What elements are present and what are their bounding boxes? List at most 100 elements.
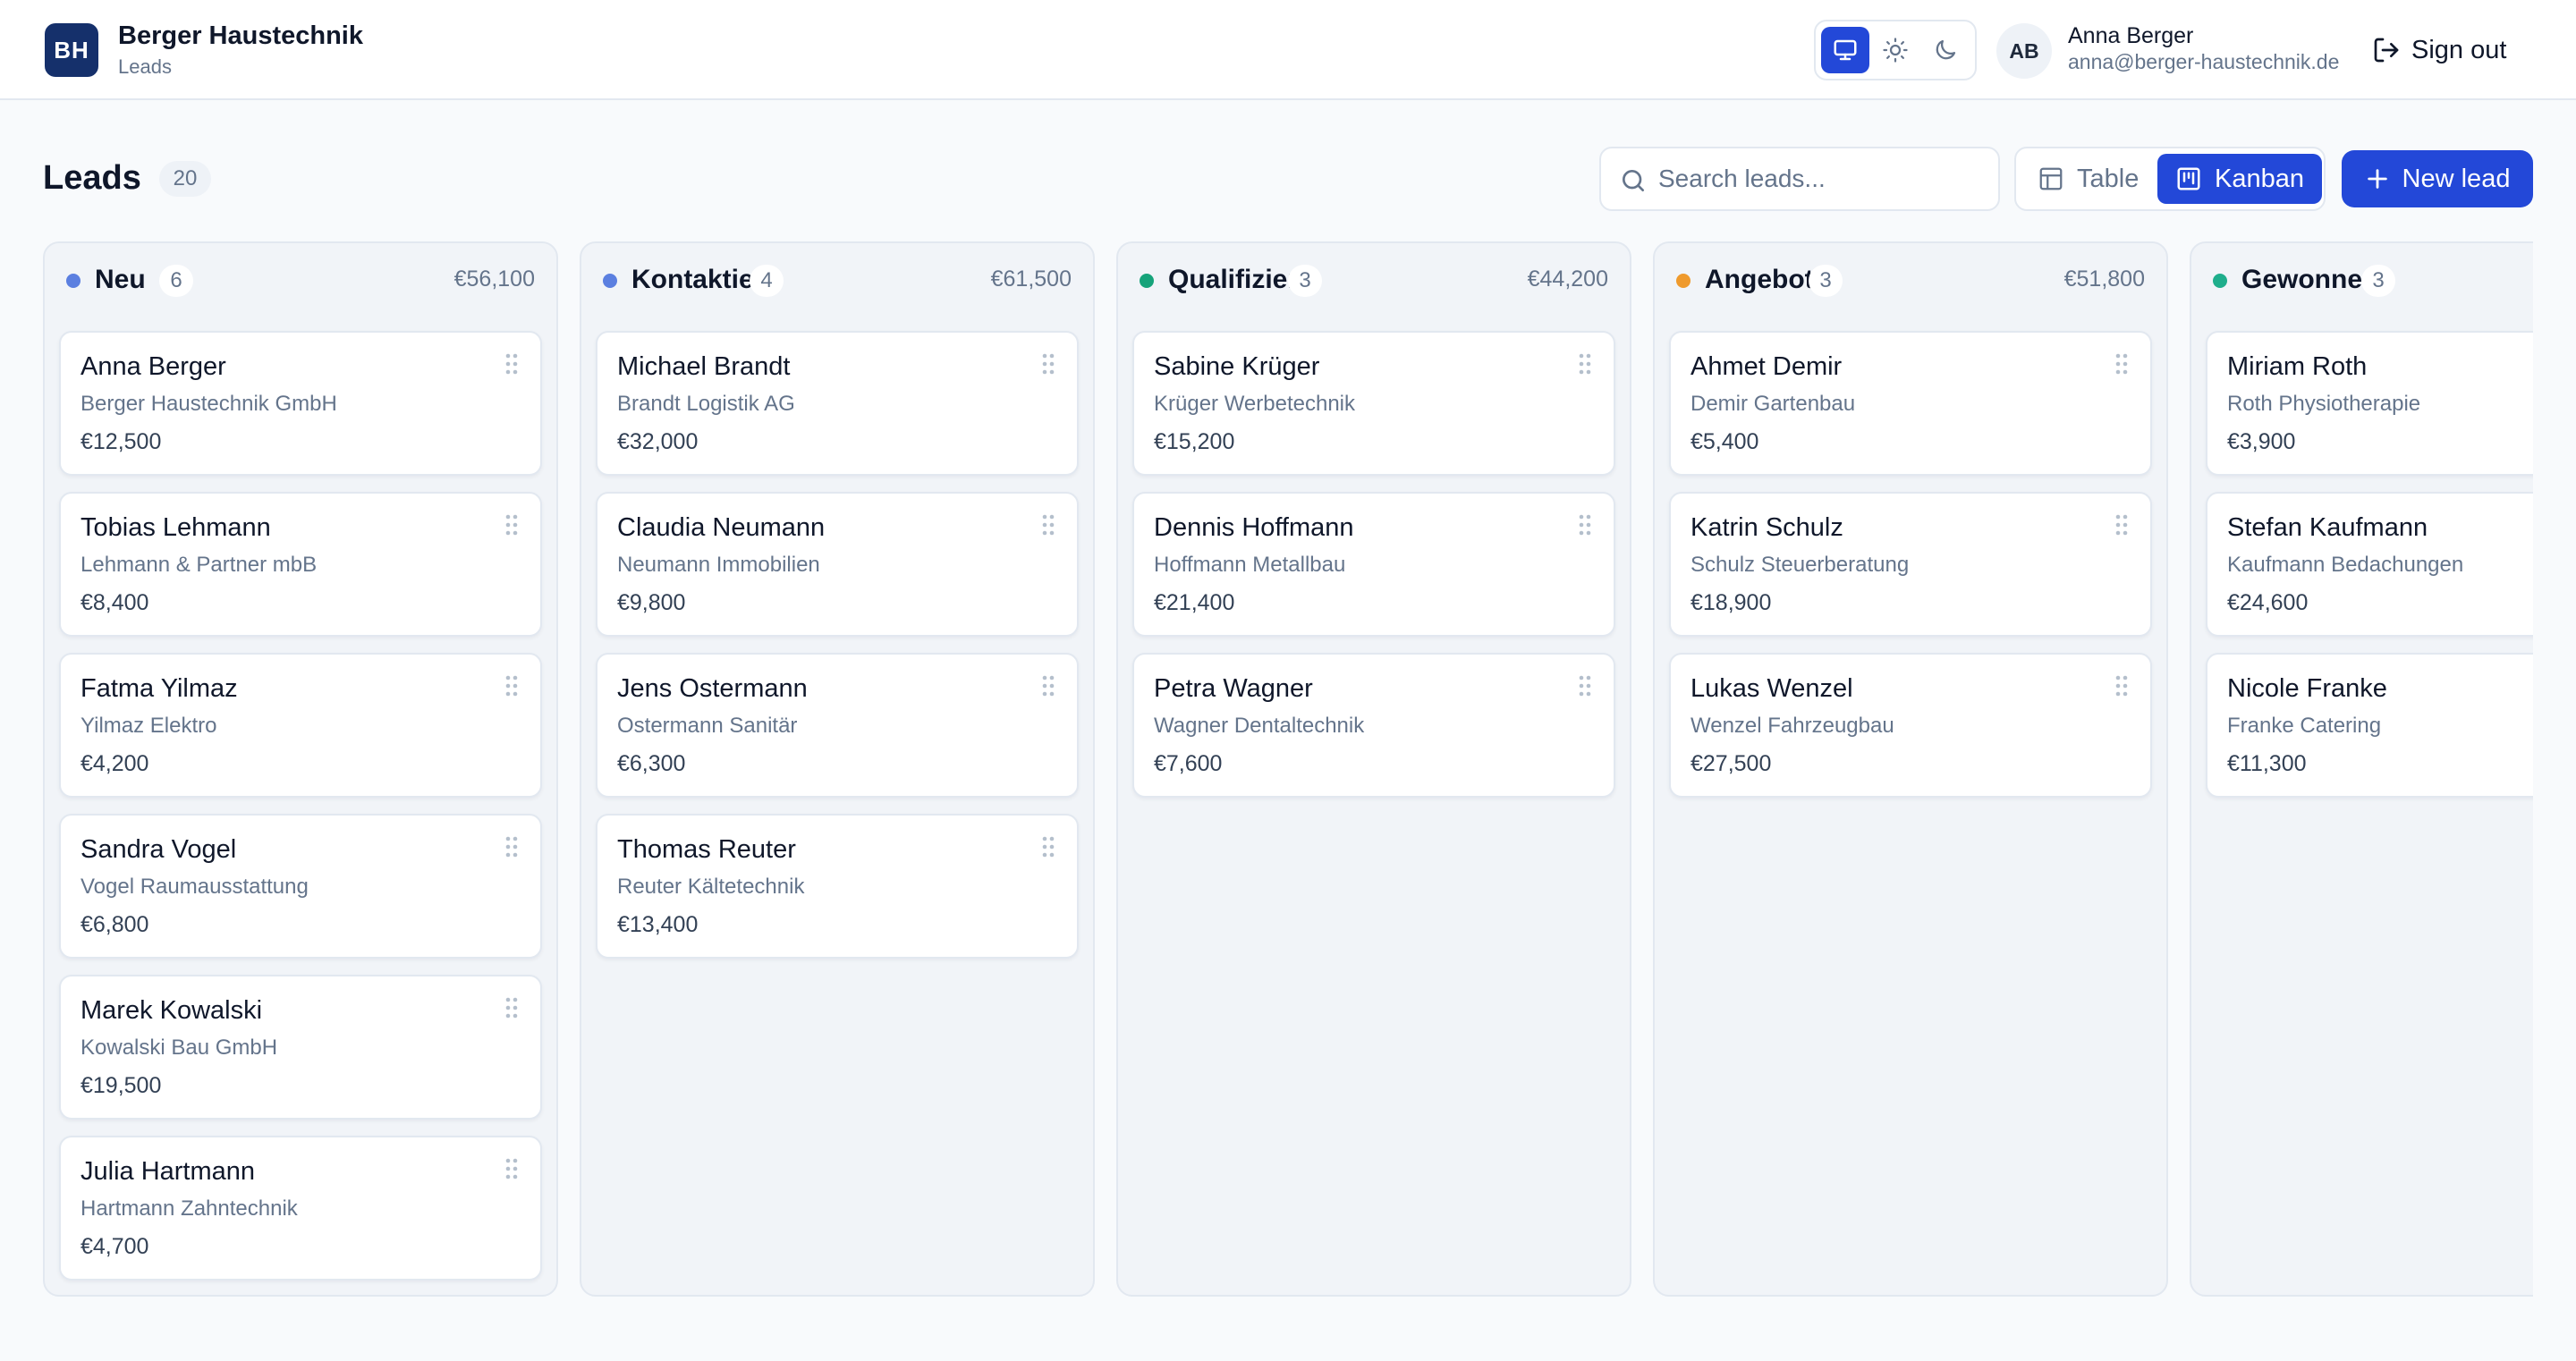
drag-handle-icon[interactable]: [1578, 352, 1592, 376]
lead-name: Anna Berger: [80, 352, 226, 381]
app-subtitle: Leads: [118, 55, 172, 78]
user-name: Anna Berger: [2068, 23, 2194, 48]
lead-card[interactable]: Anna Berger Berger Haustechnik GmbH €12,50…: [59, 331, 542, 476]
lead-name: Julia Hartmann: [80, 1157, 256, 1186]
drag-handle-icon[interactable]: [1041, 352, 1055, 376]
lead-card[interactable]: Ahmet Demir Demir Gartenbau €5,400: [1669, 331, 2152, 476]
column-count-badge: 3: [1288, 265, 1322, 297]
drag-handle-icon[interactable]: [504, 352, 519, 376]
lead-name: Sandra Vogel: [80, 835, 237, 864]
search-input[interactable]: [1658, 159, 1989, 199]
plus-icon: [2367, 169, 2387, 189]
leads-count-badge: 20: [159, 161, 211, 197]
lead-card[interactable]: Lukas Wenzel Wenzel Fahrzeugbau €27,500: [1669, 653, 2152, 798]
lead-value: €21,400: [1154, 590, 1235, 615]
column-title: Neu: [95, 265, 146, 294]
column-total: €51,800: [2063, 266, 2145, 292]
lead-company: Roth Physiotherapie: [2227, 392, 2421, 416]
new-lead-button[interactable]: New lead: [2342, 150, 2533, 207]
lead-value: €3,900: [2227, 429, 2296, 454]
lead-card[interactable]: Thomas Reuter Reuter Kältetechnik €13,400: [596, 814, 1079, 959]
lead-company: Schulz Steuerberatung: [1690, 553, 1910, 577]
drag-handle-icon[interactable]: [2114, 352, 2129, 376]
lead-card[interactable]: Miriam Roth Roth Physiotherapie €3,900: [2206, 331, 2533, 476]
theme-dark-button[interactable]: [1921, 27, 1970, 73]
lead-card[interactable]: Claudia Neumann Neumann Immobilien €9,800: [596, 492, 1079, 637]
lead-card[interactable]: Michael Brandt Brandt Logistik AG €32,000: [596, 331, 1079, 476]
drag-handle-icon[interactable]: [1578, 674, 1592, 697]
lead-value: €6,300: [617, 751, 686, 776]
kanban-board: Neu 6 €56,100 Anna Berger Berger Haustechnik…: [43, 241, 2533, 1298]
column-status-dot: [1140, 274, 1154, 288]
view-kanban-button[interactable]: Kanban: [2157, 154, 2322, 204]
drag-handle-icon[interactable]: [1041, 835, 1055, 858]
lead-card[interactable]: Petra Wagner Wagner Dentaltechnik €7,600: [1132, 653, 1615, 798]
lead-company: Lehmann & Partner mbB: [80, 553, 318, 577]
lead-company: Krüger Werbetechnik: [1154, 392, 1355, 416]
user-avatar[interactable]: AB: [1996, 23, 2052, 79]
lead-card[interactable]: Fatma Yilmaz Yilmaz Elektro €4,200: [59, 653, 542, 798]
lead-card[interactable]: Nicole Franke Franke Catering €11,300: [2206, 653, 2533, 798]
lead-name: Sabine Krüger: [1154, 352, 1320, 381]
lead-value: €15,200: [1154, 429, 1235, 454]
lead-name: Ahmet Demir: [1690, 352, 1843, 381]
page-title: Leads: [43, 159, 141, 197]
new-lead-label: New lead: [2402, 164, 2511, 193]
lead-card[interactable]: Sandra Vogel Vogel Raumausstattung €6,800: [59, 814, 542, 959]
lead-card[interactable]: Marek Kowalski Kowalski Bau GmbH €19,500: [59, 975, 542, 1120]
column-status-dot: [2213, 274, 2227, 288]
drag-handle-icon[interactable]: [504, 835, 519, 858]
sun-icon: [1883, 38, 1908, 63]
drag-handle-icon[interactable]: [2114, 674, 2129, 697]
lead-name: Katrin Schulz: [1690, 513, 1843, 542]
lead-company: Demir Gartenbau: [1690, 392, 1856, 416]
view-table-button[interactable]: Table: [2020, 154, 2157, 204]
drag-handle-icon[interactable]: [1041, 513, 1055, 537]
drag-handle-icon[interactable]: [504, 513, 519, 537]
search-box: [1599, 147, 2000, 211]
lead-name: Miriam Roth: [2227, 352, 2368, 381]
lead-card[interactable]: Tobias Lehmann Lehmann & Partner mbB €8,40…: [59, 492, 542, 637]
sign-out-button[interactable]: Sign out: [2372, 32, 2506, 68]
view-table-label: Table: [2077, 164, 2140, 193]
lead-name: Thomas Reuter: [617, 835, 796, 864]
column-count-badge: 3: [1809, 265, 1843, 297]
lead-company: Yilmaz Elektro: [80, 714, 217, 738]
lead-card[interactable]: Dennis Hoffmann Hoffmann Metallbau €21,400: [1132, 492, 1615, 637]
drag-handle-icon[interactable]: [1041, 674, 1055, 697]
lead-value: €5,400: [1690, 429, 1759, 454]
drag-handle-icon[interactable]: [504, 996, 519, 1019]
column-title: Qualifiziert: [1168, 265, 1308, 294]
column-kontaktiert: Kontaktiert 4 €61,500 Michael Brandt Brandt …: [580, 241, 1095, 1297]
brand-logo[interactable]: BH: [45, 23, 98, 77]
theme-system-button[interactable]: [1821, 27, 1869, 73]
drag-handle-icon[interactable]: [504, 674, 519, 697]
lead-card[interactable]: Stefan Kaufmann Kaufmann Bedachungen €24,6…: [2206, 492, 2533, 637]
lead-company: Hoffmann Metallbau: [1154, 553, 1346, 577]
drag-handle-icon[interactable]: [504, 1157, 519, 1180]
lead-name: Stefan Kaufmann: [2227, 513, 2428, 542]
theme-light-button[interactable]: [1871, 27, 1919, 73]
lead-name: Michael Brandt: [617, 352, 791, 381]
lead-card[interactable]: Katrin Schulz Schulz Steuerberatung €18,90…: [1669, 492, 2152, 637]
lead-name: Claudia Neumann: [617, 513, 826, 542]
lead-value: €8,400: [80, 590, 149, 615]
column-angebot: Angebot 3 €51,800 Ahmet Demir Demir Gartenba…: [1653, 241, 2168, 1297]
app-title: Berger Haustechnik: [118, 21, 363, 50]
lead-company: Franke Catering: [2227, 714, 2382, 738]
lead-value: €18,900: [1690, 590, 1772, 615]
drag-handle-icon[interactable]: [2114, 513, 2129, 537]
lead-value: €32,000: [617, 429, 699, 454]
theme-toggle: [1814, 20, 1977, 80]
lead-company: Wenzel Fahrzeugbau: [1690, 714, 1894, 738]
column-total: €61,500: [990, 266, 1072, 292]
lead-company: Vogel Raumausstattung: [80, 875, 309, 899]
drag-handle-icon[interactable]: [1578, 513, 1592, 537]
lead-value: €11,300: [2227, 751, 2307, 776]
lead-card[interactable]: Sabine Krüger Krüger Werbetechnik €15,200: [1132, 331, 1615, 476]
lead-card[interactable]: Jens Ostermann Ostermann Sanitär €6,300: [596, 653, 1079, 798]
lead-company: Ostermann Sanitär: [617, 714, 798, 738]
lead-value: €7,600: [1154, 751, 1223, 776]
lead-name: Nicole Franke: [2227, 674, 2387, 703]
lead-card[interactable]: Julia Hartmann Hartmann Zahntechnik €4,700: [59, 1136, 542, 1281]
